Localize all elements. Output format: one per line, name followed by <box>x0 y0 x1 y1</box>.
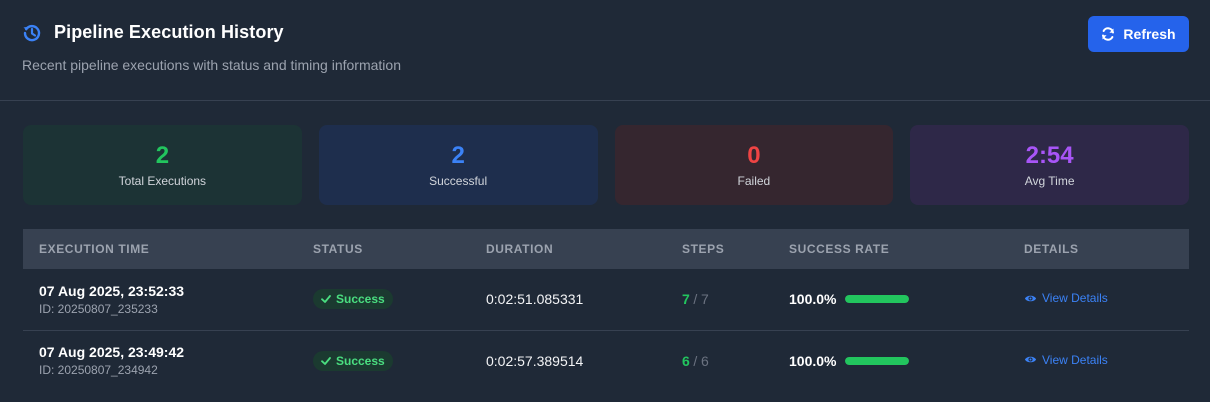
execution-time: 07 Aug 2025, 23:52:33 <box>39 282 185 299</box>
executions-table-container: EXECUTION TIME STATUS DURATION STEPS SUC… <box>0 205 1210 391</box>
duration-value: 0:02:57.389514 <box>486 352 584 369</box>
details-cell: View Details <box>1008 330 1189 391</box>
stat-label: Avg Time <box>1024 174 1075 188</box>
column-header-steps: STEPS <box>682 242 725 256</box>
status-badge: Success <box>313 350 393 371</box>
eye-icon <box>1024 292 1037 305</box>
view-details-label: View Details <box>1042 291 1108 305</box>
steps-separator: / <box>693 291 698 308</box>
view-details-link[interactable]: View Details <box>1024 353 1108 367</box>
success-rate-value: 100.0% <box>789 291 837 308</box>
stat-failed: 0 Failed <box>614 125 894 205</box>
column-header-details: DETAILS <box>1024 242 1079 256</box>
eye-icon <box>1024 353 1037 366</box>
duration-value: 0:02:51.085331 <box>486 291 584 308</box>
page-header: Pipeline Execution History Recent pipeli… <box>0 0 1210 101</box>
execution-time-cell: 07 Aug 2025, 23:52:33 ID: 20250807_23523… <box>23 269 297 330</box>
success-rate-bar <box>845 295 910 304</box>
steps-total: 6 <box>700 352 709 369</box>
refresh-icon <box>1101 27 1115 41</box>
stat-value: 2 <box>451 142 465 169</box>
refresh-button[interactable]: Refresh <box>1088 16 1189 52</box>
column-header-execution-time: EXECUTION TIME <box>39 242 150 256</box>
column-header-status: STATUS <box>313 242 363 256</box>
stat-label: Failed <box>737 174 771 188</box>
stat-label: Successful <box>429 174 488 188</box>
success-rate-value: 100.0% <box>789 352 837 369</box>
success-rate-fill <box>845 356 910 365</box>
success-rate-cell: 100.0% <box>773 330 1008 391</box>
execution-id: ID: 20250807_235233 <box>39 301 158 316</box>
view-details-label: View Details <box>1042 352 1108 367</box>
stat-value: 2:54 <box>1025 142 1074 169</box>
status-text: Success <box>336 353 385 368</box>
details-cell: View Details <box>1008 269 1189 330</box>
page-subtitle: Recent pipeline executions with status a… <box>22 57 401 73</box>
table-header-row: EXECUTION TIME STATUS DURATION STEPS SUC… <box>23 229 1189 269</box>
stat-value: 2 <box>155 142 170 169</box>
duration-cell: 0:02:57.389514 <box>470 330 666 391</box>
steps-cell: 7 / 7 <box>666 269 773 330</box>
check-icon <box>321 294 331 304</box>
steps-total: 7 <box>700 291 709 308</box>
execution-time-cell: 07 Aug 2025, 23:49:42 ID: 20250807_23494… <box>23 330 297 391</box>
title-row: Pipeline Execution History <box>22 22 1188 43</box>
duration-cell: 0:02:51.085331 <box>470 269 666 330</box>
status-cell: Success <box>297 269 470 330</box>
stat-avg-time: 2:54 Avg Time <box>910 125 1189 205</box>
steps-completed: 7 <box>682 291 690 308</box>
page-title: Pipeline Execution History <box>54 22 284 42</box>
stats-row: 2 Total Executions 2 Successful 0 Failed… <box>0 101 1210 205</box>
stat-value: 0 <box>747 142 761 169</box>
executions-table: EXECUTION TIME STATUS DURATION STEPS SUC… <box>23 229 1189 391</box>
stat-total-executions: 2 Total Executions <box>23 125 302 205</box>
column-header-success-rate: SUCCESS RATE <box>789 242 890 256</box>
success-rate-cell: 100.0% <box>773 269 1008 330</box>
steps-cell: 6 / 6 <box>666 330 773 391</box>
success-rate-bar <box>845 356 910 365</box>
steps-completed: 6 <box>682 352 690 369</box>
refresh-label: Refresh <box>1123 26 1176 42</box>
column-header-duration: DURATION <box>486 242 554 256</box>
success-rate-fill <box>845 295 910 304</box>
history-icon <box>22 23 42 43</box>
stat-successful: 2 Successful <box>318 125 598 205</box>
status-text: Success <box>336 292 385 307</box>
stat-label: Total Executions <box>118 174 207 188</box>
status-cell: Success <box>297 330 470 391</box>
steps-separator: / <box>693 352 698 369</box>
check-icon <box>321 356 331 366</box>
execution-time: 07 Aug 2025, 23:49:42 <box>39 344 185 361</box>
status-badge: Success <box>313 289 393 310</box>
execution-id: ID: 20250807_234942 <box>39 363 158 378</box>
table-row: 07 Aug 2025, 23:52:33 ID: 20250807_23523… <box>23 269 1189 330</box>
view-details-link[interactable]: View Details <box>1024 291 1108 305</box>
table-row: 07 Aug 2025, 23:49:42 ID: 20250807_23494… <box>23 330 1189 391</box>
